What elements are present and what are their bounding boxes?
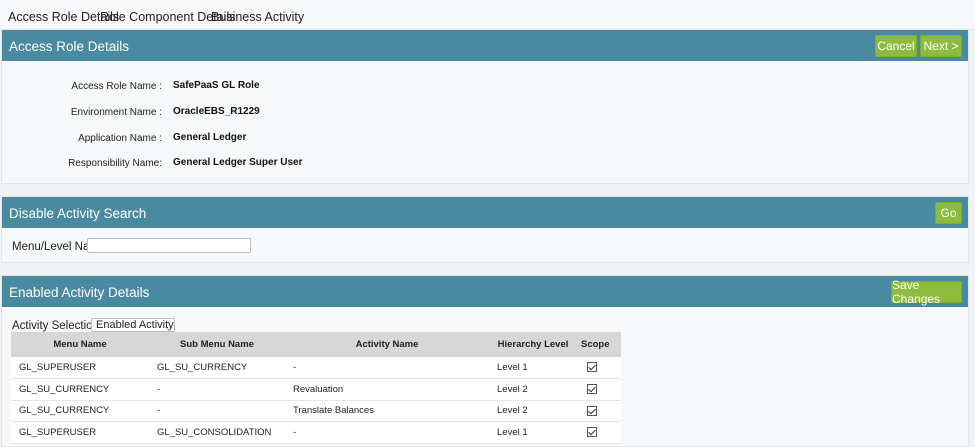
environment-name-label: Environment Name : — [70, 107, 162, 118]
cell-hierarchy-level: Level 2 — [489, 378, 577, 401]
column-header-activity-name[interactable]: Activity Name — [285, 332, 489, 357]
scope-checkbox[interactable] — [587, 427, 597, 438]
panel-title: Disable Activity Search — [9, 206, 147, 221]
cell-scope — [577, 357, 621, 379]
cell-menu-name: GL_SU_CURRENCY — [11, 400, 149, 422]
cell-scope — [577, 400, 621, 422]
column-header-sub-menu-name[interactable]: Sub Menu Name — [149, 332, 285, 357]
cell-hierarchy-level: Level 1 — [489, 357, 577, 379]
table-row: GL_SUPERUSER GL_SU_CONSOLIDATION - Level… — [11, 421, 621, 444]
menu-level-name-input[interactable] — [87, 238, 251, 253]
tab-business-activity[interactable]: Business Activity — [211, 10, 304, 24]
responsibility-name-label: Responsibility Name: — [68, 158, 162, 169]
go-button[interactable]: Go — [935, 202, 962, 224]
cell-scope — [577, 378, 621, 401]
cancel-button[interactable]: Cancel — [875, 35, 917, 57]
application-name-value: General Ledger — [173, 132, 247, 143]
cell-menu-name: GL_SUPERUSER — [11, 357, 149, 379]
cell-sub-menu-name: - — [149, 378, 285, 401]
top-tab-bar: Access Role Details Role Component Detai… — [0, 0, 975, 30]
responsibility-name-value: General Ledger Super User — [173, 157, 303, 168]
panel-title: Enabled Activity Details — [9, 285, 150, 300]
cell-sub-menu-name: - — [149, 400, 285, 422]
column-header-menu-name[interactable]: Menu Name — [11, 332, 149, 357]
panel-title: Access Role Details — [9, 39, 130, 54]
access-role-details-header: Access Role Details Cancel Next > — [2, 30, 968, 61]
access-role-name-value: SafePaaS GL Role — [173, 80, 260, 91]
cell-hierarchy-level: Level 1 — [489, 421, 577, 444]
save-changes-button[interactable]: Save Changes — [891, 278, 962, 306]
cell-menu-name: GL_SU_CURRENCY — [11, 378, 149, 401]
cell-menu-name: GL_SUPERUSER — [11, 421, 149, 444]
access-role-details-panel: Access Role Details Cancel Next > Access… — [1, 29, 969, 184]
cell-hierarchy-level: Level 2 — [489, 400, 577, 422]
table-row: GL_SUPERUSER GL_SU_CURRENCY - Level 1 — [11, 357, 621, 379]
access-role-name-label: Access Role Name : — [71, 81, 162, 92]
cell-sub-menu-name: GL_SU_CURRENCY — [149, 357, 285, 379]
activity-selection-select[interactable]: Enabled Activity ⌵ — [91, 318, 175, 332]
cell-scope — [577, 421, 621, 444]
application-name-label: Application Name : — [78, 133, 162, 144]
disable-activity-search-header: Disable Activity Search Go — [2, 197, 968, 228]
cell-activity-name: - — [285, 357, 489, 379]
next-button[interactable]: Next > — [920, 35, 962, 57]
column-header-hierarchy-level[interactable]: Hierarchy Level — [489, 332, 577, 357]
scope-checkbox[interactable] — [587, 384, 597, 395]
enabled-activity-details-header: Enabled Activity Details Save Changes — [2, 276, 968, 307]
cell-activity-name: - — [285, 421, 489, 444]
table-row: GL_SU_CURRENCY - Revaluation Level 2 — [11, 378, 621, 401]
scope-checkbox[interactable] — [587, 405, 597, 416]
scope-checkbox[interactable] — [587, 362, 597, 373]
cell-sub-menu-name: GL_SU_CONSOLIDATION — [149, 421, 285, 444]
disable-activity-search-panel: Disable Activity Search Go Menu/Level Na… — [1, 196, 969, 263]
activity-table: Menu Name Sub Menu Name Activity Name Hi… — [11, 332, 621, 444]
activity-selection-value: Enabled Activity — [96, 319, 174, 331]
cell-activity-name: Revaluation — [285, 378, 489, 401]
table-row: GL_SU_CURRENCY - Translate Balances Leve… — [11, 400, 621, 422]
environment-name-value: OracleEBS_R1229 — [173, 106, 260, 117]
cell-activity-name: Translate Balances — [285, 400, 489, 422]
column-header-scope[interactable]: Scope — [577, 332, 621, 357]
table-header-row: Menu Name Sub Menu Name Activity Name Hi… — [11, 332, 621, 357]
